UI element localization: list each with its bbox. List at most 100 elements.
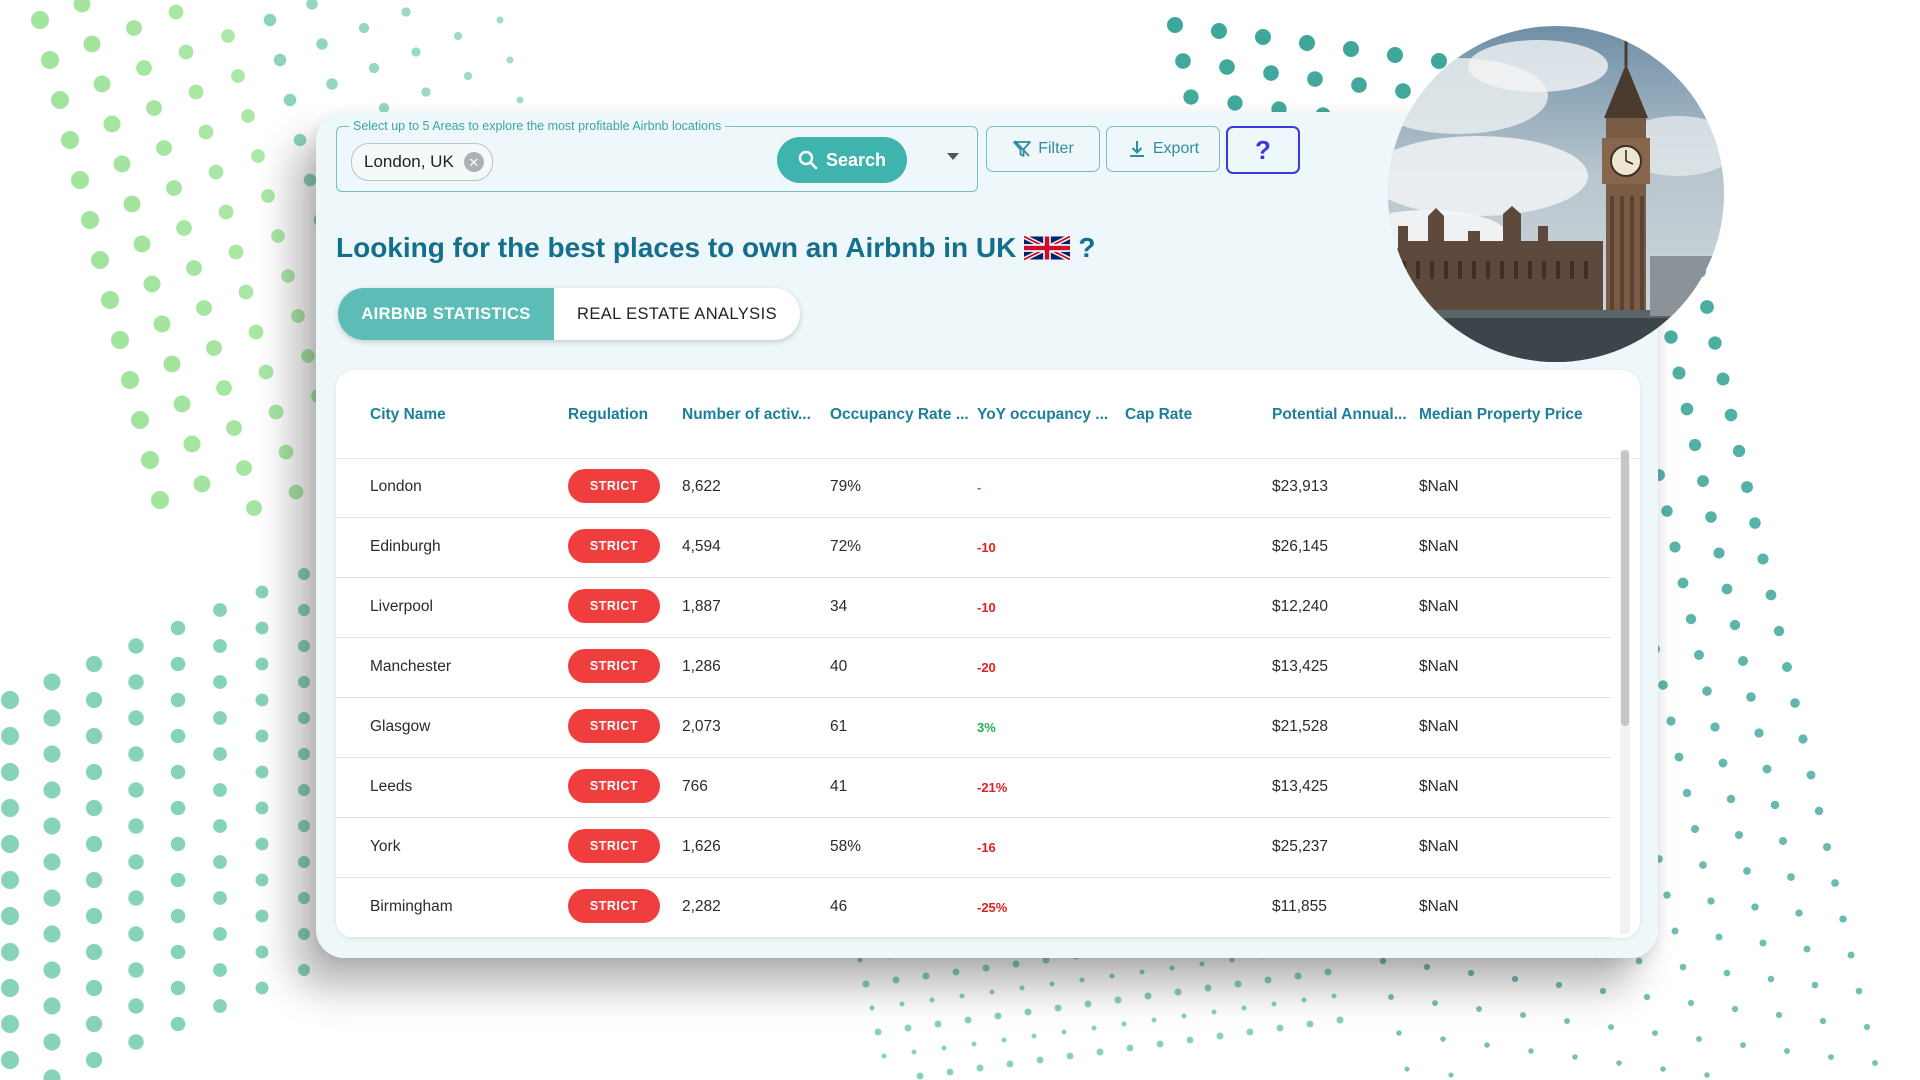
tab-airbnb-statistics[interactable]: AIRBNB STATISTICS [338,288,554,340]
cities-table: City Name Regulation Number of activ... … [336,370,1640,938]
scrollbar-thumb[interactable] [1621,450,1629,726]
table-row[interactable]: Manchester 1,286 40 $13,425 $NaN STRICT -20 [336,638,1611,698]
filter-button[interactable]: Filter [986,126,1100,172]
regulation-badge: STRICT [568,709,660,743]
cell-listings: 4,594 [682,538,721,555]
cell-revenue: $25,237 [1272,838,1329,855]
cell-occupancy: 34 [830,598,848,615]
regulation-badge: STRICT [568,529,660,563]
cell-revenue: $26,145 [1272,538,1329,555]
cell-city: Edinburgh [370,538,441,555]
table-row[interactable]: Glasgow 2,073 61 $21,528 $NaN STRICT 3% [336,698,1611,758]
column-header-revenue[interactable]: Potential Annual... [1272,406,1407,424]
column-header-listings[interactable]: Number of activ... [682,406,811,424]
uk-flag-icon [1024,235,1071,261]
regulation-badge: STRICT [568,469,660,503]
magnifier-icon [798,150,818,170]
cell-occupancy: 46 [830,898,848,915]
table-row[interactable]: London 8,622 79% $23,913 $NaN STRICT - [336,458,1611,518]
cell-median-price: $NaN [1419,658,1459,675]
london-photo [1388,26,1724,362]
cell-revenue: $13,425 [1272,778,1329,795]
cell-median-price: $NaN [1419,778,1459,795]
close-circle-icon[interactable]: ✕ [463,152,484,172]
cell-city: Glasgow [370,718,431,735]
regulation-badge: STRICT [568,769,660,803]
cell-occupancy: 40 [830,658,848,675]
export-button[interactable]: Export [1106,126,1220,172]
cell-yoy: -16 [977,840,996,855]
cell-city: Birmingham [370,898,453,915]
table-row[interactable]: Leeds 766 41 $13,425 $NaN STRICT -21% [336,758,1611,818]
cell-occupancy: 72% [830,538,862,555]
cell-median-price: $NaN [1419,718,1459,735]
view-tabs: AIRBNB STATISTICS REAL ESTATE ANALYSIS [338,288,800,340]
table-scrollbar[interactable] [1620,450,1630,934]
page-title-suffix: ? [1078,232,1096,263]
cell-median-price: $NaN [1419,838,1459,855]
regulation-badge: STRICT [568,649,660,683]
search-legend: Select up to 5 Areas to explore the most… [349,119,726,133]
cell-revenue: $11,855 [1272,898,1327,915]
cell-median-price: $NaN [1419,478,1459,495]
cell-city: London [370,478,422,495]
cell-city: Manchester [370,658,451,675]
cell-listings: 1,286 [682,658,721,675]
cell-yoy: -25% [977,900,1008,915]
cell-yoy: -20 [977,660,996,675]
table-row[interactable]: York 1,626 58% $25,237 $NaN STRICT -16 [336,818,1611,878]
page-title-text: Looking for the best places to own an Ai… [336,232,1017,263]
cell-listings: 1,887 [682,598,721,615]
column-header-cap-rate[interactable]: Cap Rate [1125,406,1192,424]
cell-city: Liverpool [370,598,433,615]
table-row[interactable]: Birmingham 2,282 46 $11,855 $NaN STRICT -25% [336,878,1611,938]
cell-yoy: 3% [977,720,996,735]
cell-yoy: -10 [977,600,996,615]
help-button-label: ? [1255,134,1271,165]
help-button[interactable]: ? [1226,126,1300,174]
column-header-regulation[interactable]: Regulation [568,406,648,424]
page-title: Looking for the best places to own an Ai… [336,232,1095,264]
cell-revenue: $12,240 [1272,598,1329,615]
table-row[interactable]: Edinburgh 4,594 72% $26,145 $NaN STRICT -10 [336,518,1611,578]
search-button-label: Search [825,149,887,170]
cell-listings: 2,073 [682,718,721,735]
cell-city: Leeds [370,778,413,795]
cell-yoy: -10 [977,540,996,555]
cell-median-price: $NaN [1419,898,1459,915]
cell-listings: 1,626 [682,838,721,855]
table-header: City Name Regulation Number of activ... … [336,370,1640,459]
table-body: London 8,622 79% $23,913 $NaN STRICT - Edinburg… [336,458,1611,938]
cell-occupancy: 41 [830,778,848,795]
cell-median-price: $NaN [1419,598,1459,615]
cell-median-price: $NaN [1419,538,1459,555]
cell-revenue: $13,425 [1272,658,1329,675]
column-header-occupancy[interactable]: Occupancy Rate ... [830,406,969,424]
search-button[interactable]: Search [777,137,907,183]
column-header-yoy[interactable]: YoY occupancy ... [977,406,1108,424]
tab-real-estate-analysis[interactable]: REAL ESTATE ANALYSIS [554,288,800,340]
column-header-median-price[interactable]: Median Property Price [1419,406,1583,424]
cell-city: York [370,838,401,855]
cell-revenue: $23,913 [1272,478,1329,495]
cell-occupancy: 61 [830,718,848,735]
cell-occupancy: 79% [830,478,862,495]
cell-listings: 766 [682,778,708,795]
cell-occupancy: 58% [830,838,862,855]
download-icon [1129,141,1144,157]
cell-listings: 8,622 [682,478,721,495]
filter-off-icon [1013,140,1032,157]
area-search-field[interactable]: Select up to 5 Areas to explore the most… [336,119,978,192]
regulation-badge: STRICT [568,889,660,923]
regulation-badge: STRICT [568,829,660,863]
filter-button-label: Filter [1038,140,1074,157]
table-row[interactable]: Liverpool 1,887 34 $12,240 $NaN STRICT -10 [336,578,1611,638]
column-header-city[interactable]: City Name [370,406,446,424]
regulation-badge: STRICT [568,589,660,623]
chip-label: London, UK [364,152,454,171]
cell-listings: 2,282 [682,898,721,915]
selected-area-chip[interactable]: London, UK ✕ [351,143,493,181]
cell-yoy: - [977,480,982,495]
caret-down-icon[interactable] [947,153,959,160]
export-button-label: Export [1152,140,1200,157]
